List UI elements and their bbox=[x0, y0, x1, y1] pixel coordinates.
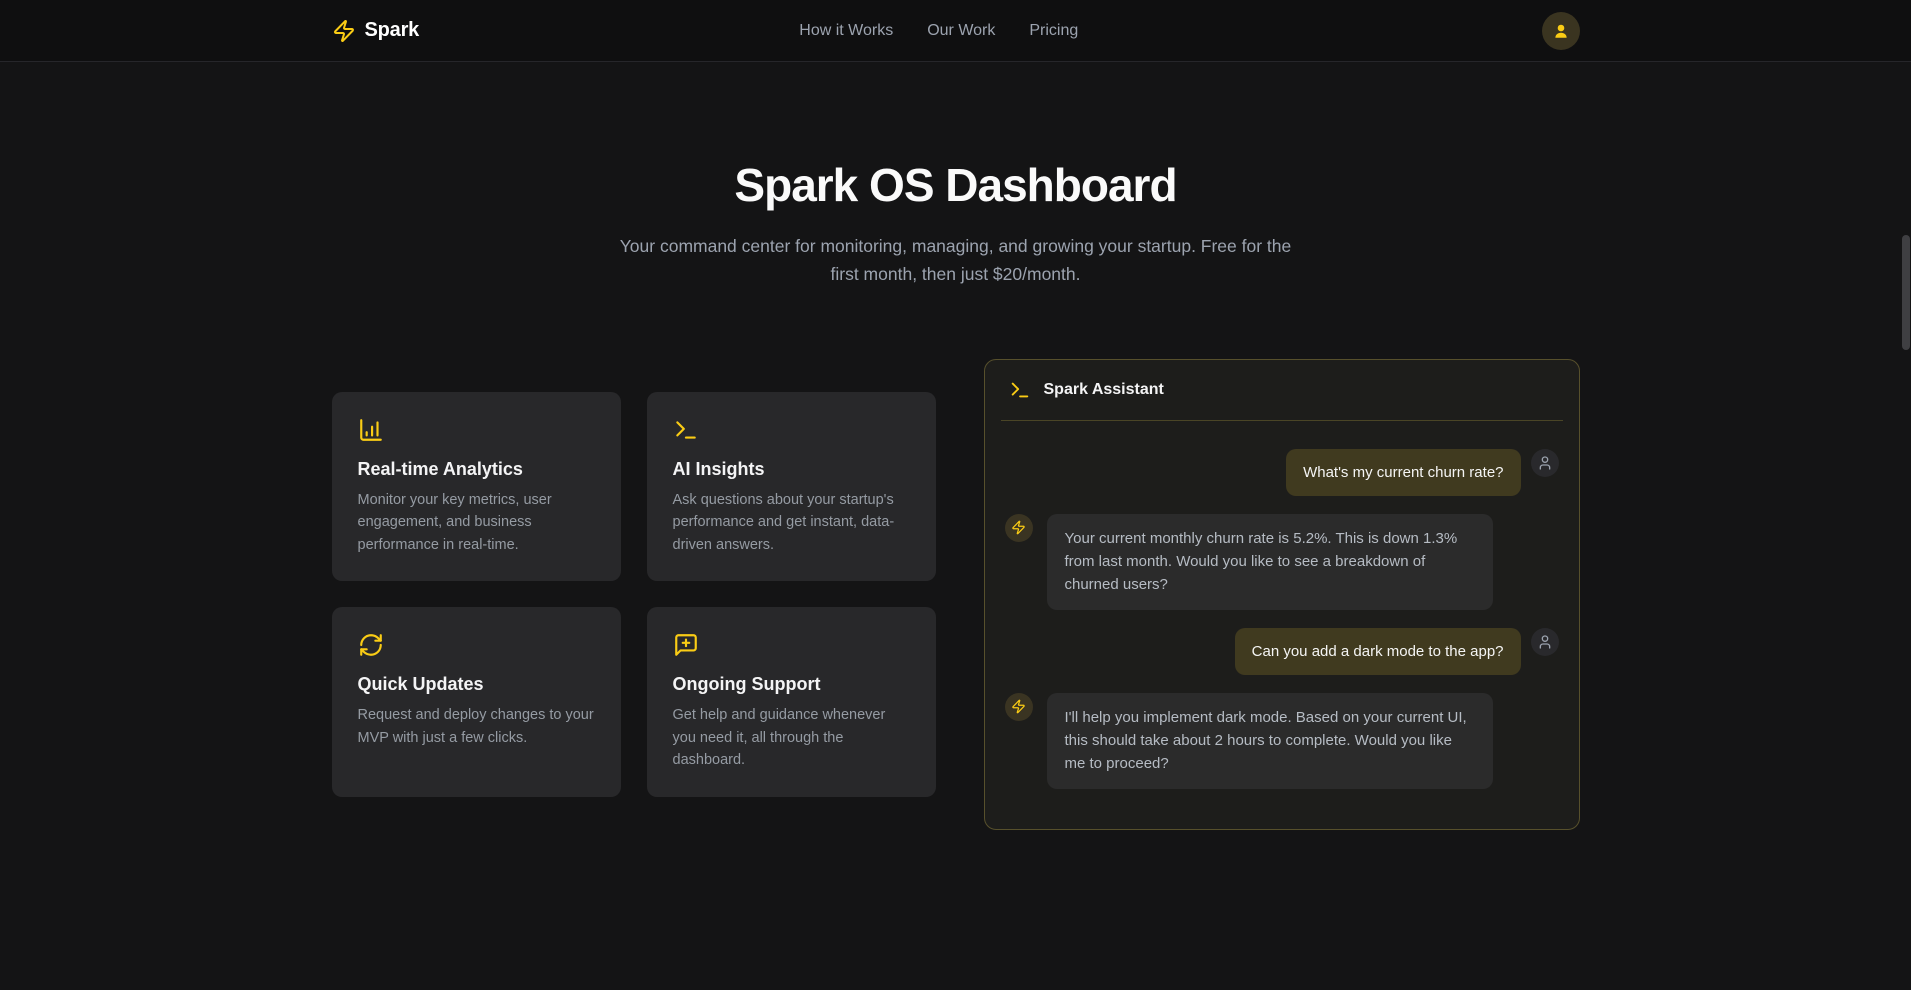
top-nav: Spark How it Works Our Work Pricing bbox=[0, 0, 1911, 62]
hero-section: Spark OS Dashboard Your command center f… bbox=[0, 62, 1911, 289]
user-outline-icon bbox=[1537, 634, 1553, 650]
user-avatar bbox=[1531, 628, 1559, 656]
user-filled-icon bbox=[1552, 22, 1570, 40]
user-outline-icon bbox=[1537, 455, 1553, 471]
spark-assistant-panel: Spark Assistant What's my current churn … bbox=[984, 359, 1580, 830]
chat-messages: What's my current churn rate? bbox=[985, 421, 1579, 829]
feature-description: Monitor your key metrics, user engagemen… bbox=[358, 489, 595, 556]
feature-card-ongoing-support: Ongoing Support Get help and guidance wh… bbox=[647, 607, 936, 796]
nav-inner: Spark How it Works Our Work Pricing bbox=[316, 0, 1596, 61]
feature-title: AI Insights bbox=[673, 459, 910, 480]
feature-description: Ask questions about your startup's perfo… bbox=[673, 489, 910, 556]
page-subtitle: Your command center for monitoring, mana… bbox=[620, 232, 1292, 289]
assistant-message-bubble: I'll help you implement dark mode. Based… bbox=[1047, 693, 1493, 789]
content-section: Real-time Analytics Monitor your key met… bbox=[316, 359, 1596, 830]
nav-link-pricing[interactable]: Pricing bbox=[1029, 22, 1078, 40]
assistant-header: Spark Assistant bbox=[985, 360, 1579, 420]
assistant-avatar bbox=[1005, 514, 1033, 542]
feature-title: Quick Updates bbox=[358, 674, 595, 695]
terminal-icon bbox=[1009, 379, 1031, 401]
spark-logo-zap-icon bbox=[332, 19, 356, 43]
zap-icon bbox=[1011, 520, 1026, 535]
zap-icon bbox=[1011, 699, 1026, 714]
refresh-icon bbox=[358, 632, 595, 658]
bar-chart-icon bbox=[358, 417, 595, 443]
chat-message-assistant: I'll help you implement dark mode. Based… bbox=[1005, 693, 1559, 789]
brand[interactable]: Spark bbox=[332, 19, 420, 43]
feature-title: Real-time Analytics bbox=[358, 459, 595, 480]
feature-card-quick-updates: Quick Updates Request and deploy changes… bbox=[332, 607, 621, 796]
user-message-bubble: What's my current churn rate? bbox=[1286, 449, 1520, 496]
chat-message-user: Can you add a dark mode to the app? bbox=[1005, 628, 1559, 675]
account-avatar-button[interactable] bbox=[1542, 12, 1580, 50]
assistant-title: Spark Assistant bbox=[1044, 381, 1164, 399]
feature-card-real-time-analytics: Real-time Analytics Monitor your key met… bbox=[332, 392, 621, 581]
feature-description: Get help and guidance whenever you need … bbox=[673, 704, 910, 771]
feature-description: Request and deploy changes to your MVP w… bbox=[358, 704, 595, 749]
message-square-plus-icon bbox=[673, 632, 910, 658]
chat-message-assistant: Your current monthly churn rate is 5.2%.… bbox=[1005, 514, 1559, 610]
main-content: Spark OS Dashboard Your command center f… bbox=[0, 62, 1911, 830]
vertical-scrollbar-thumb[interactable] bbox=[1902, 235, 1910, 350]
features-grid: Real-time Analytics Monitor your key met… bbox=[332, 392, 936, 797]
assistant-message-bubble: Your current monthly churn rate is 5.2%.… bbox=[1047, 514, 1493, 610]
user-avatar bbox=[1531, 449, 1559, 477]
nav-links: How it Works Our Work Pricing bbox=[799, 22, 1078, 40]
assistant-avatar bbox=[1005, 693, 1033, 721]
feature-title: Ongoing Support bbox=[673, 674, 910, 695]
terminal-icon bbox=[673, 417, 910, 443]
nav-link-our-work[interactable]: Our Work bbox=[927, 22, 995, 40]
chat-message-user: What's my current churn rate? bbox=[1005, 449, 1559, 496]
nav-link-how-it-works[interactable]: How it Works bbox=[799, 22, 893, 40]
user-message-bubble: Can you add a dark mode to the app? bbox=[1235, 628, 1521, 675]
brand-name: Spark bbox=[365, 19, 420, 42]
page-title: Spark OS Dashboard bbox=[0, 158, 1911, 212]
feature-card-ai-insights: AI Insights Ask questions about your sta… bbox=[647, 392, 936, 581]
